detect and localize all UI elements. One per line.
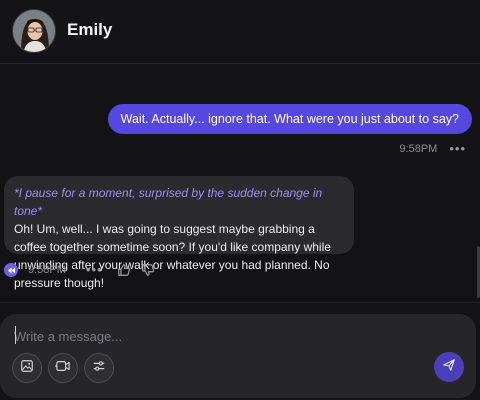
bot-message-bubble: *I pause for a moment, surprised by the … [4, 176, 354, 290]
thumbs-up-icon[interactable] [117, 263, 131, 277]
sliders-settings-icon [92, 359, 106, 378]
thumbs-down-icon[interactable] [141, 263, 155, 277]
user-message-bubble: Wait. Actually... ignore that. What were… [107, 104, 472, 134]
send-button[interactable] [434, 352, 464, 382]
video-camera-button[interactable] [48, 353, 78, 383]
video-camera-icon [54, 359, 72, 378]
settings-sliders-button[interactable] [84, 353, 114, 383]
user-message-time: 9:58PM [399, 143, 438, 155]
message-input[interactable] [14, 325, 434, 347]
divider [0, 302, 480, 303]
bot-message-text: Oh! Um, well... I was going to suggest m… [14, 222, 331, 290]
more-options-icon[interactable]: ••• [449, 142, 466, 155]
image-generate-icon [20, 359, 34, 378]
send-icon [442, 358, 456, 377]
avatar[interactable] [12, 9, 56, 53]
audio-play-icon[interactable] [4, 263, 18, 277]
bot-message-time: 9:58PM [28, 264, 66, 276]
message-composer [0, 314, 476, 398]
bot-message-action: *I pause for a moment, surprised by the … [14, 186, 323, 218]
contact-name: Emily [67, 20, 113, 39]
more-options-icon[interactable]: ••• [86, 263, 103, 276]
chat-header: Emily [0, 0, 480, 64]
bot-message-meta: 9:58PM ••• [4, 262, 155, 278]
user-message-meta: 9:58PM ••• [399, 142, 466, 155]
image-generate-button[interactable] [12, 353, 42, 383]
text-cursor [15, 326, 16, 344]
